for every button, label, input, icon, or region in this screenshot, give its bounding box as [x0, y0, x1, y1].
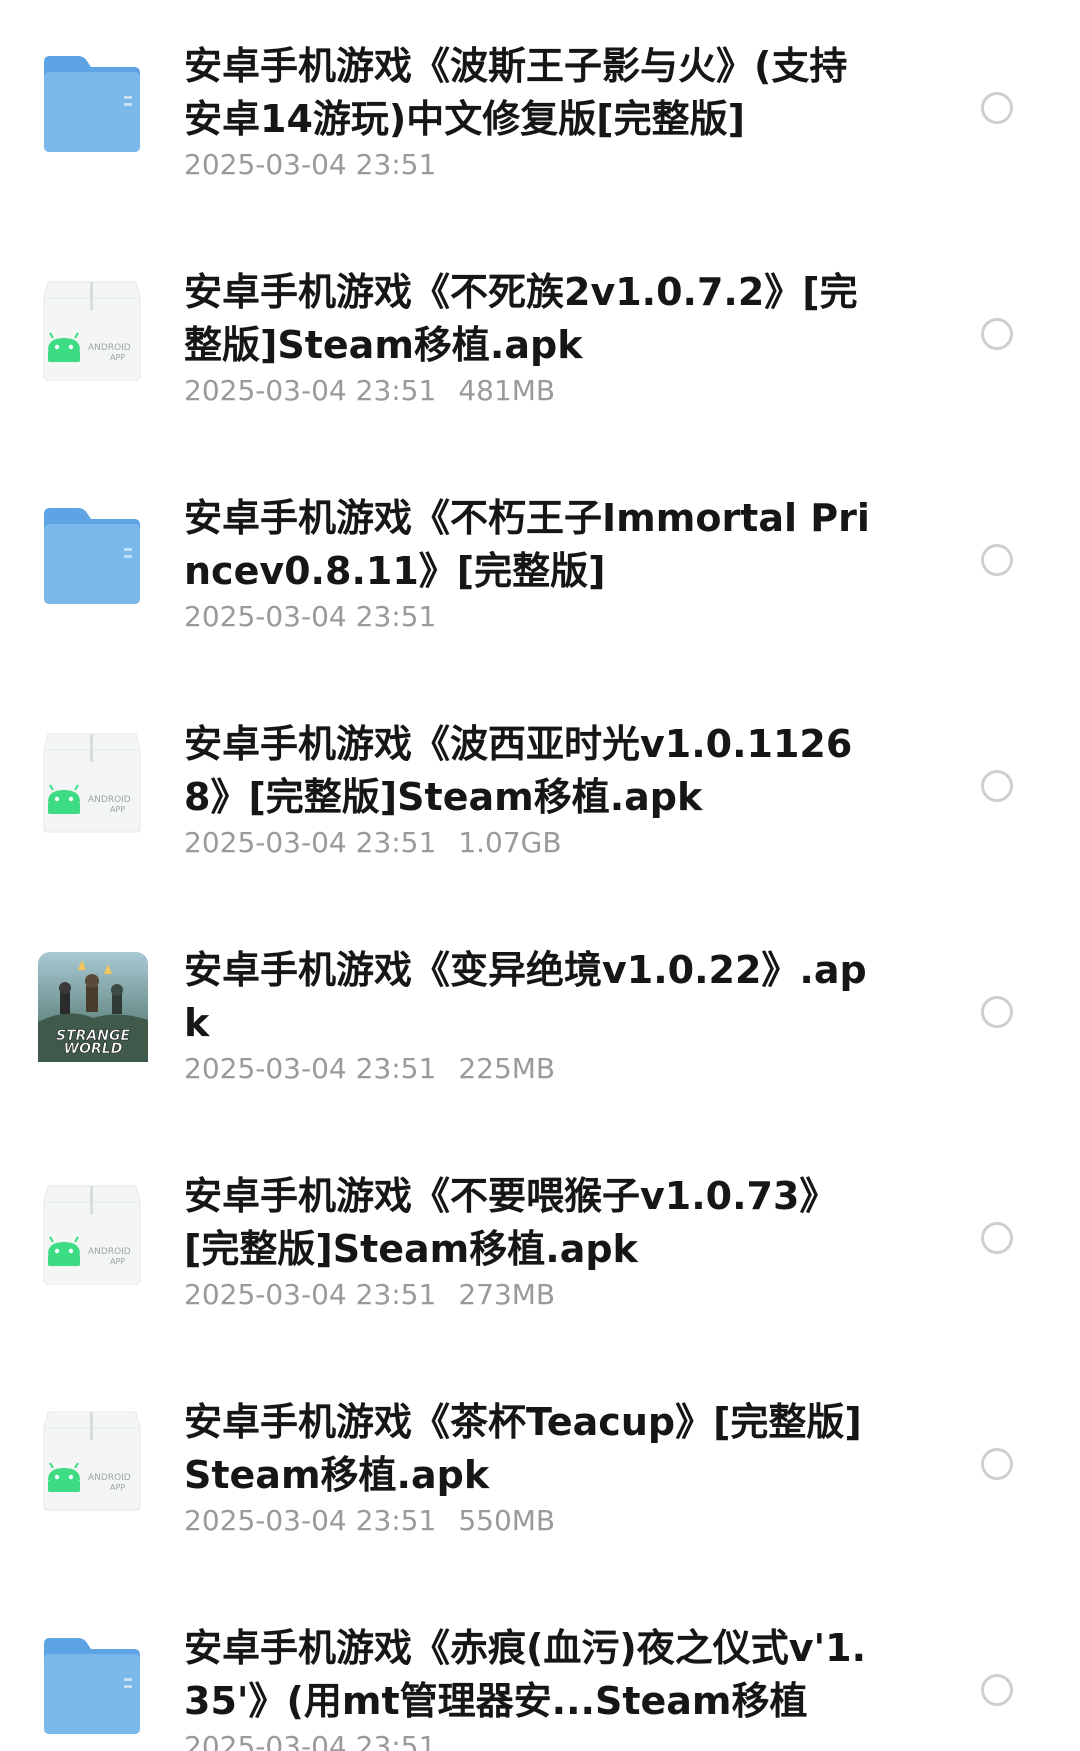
file-name: 安卓手机游戏《赤痕(血污)夜之仪式v'1.35'》(用mt管理器安...Stea…: [184, 1626, 867, 1723]
file-row[interactable]: 安卓手机游戏《波斯王子影与火》(支持安卓14游玩)中文修复版[完整版] 2025-…: [0, 0, 1080, 226]
select-radio[interactable]: [981, 770, 1013, 802]
file-date: 2025-03-04 23:51: [184, 1278, 437, 1311]
file-size: 273MB: [458, 1278, 556, 1311]
file-name: 安卓手机游戏《波西亚时光v1.0.11268》[完整版]Steam移植.apk: [184, 722, 853, 819]
file-meta: 2025-03-04 23:51 1.07GB: [184, 826, 884, 860]
svg-text:ANDROID: ANDROID: [88, 1473, 131, 1483]
file-meta: 2025-03-04 23:51: [184, 600, 884, 634]
apk-icon: ANDROID APP: [40, 728, 144, 838]
apk-icon: ANDROID APP: [40, 1180, 144, 1290]
file-size: 550MB: [458, 1504, 556, 1537]
file-row[interactable]: ANDROID APP 安卓手机游戏《茶杯Teacup》[完整版]Steam移植.a…: [0, 1356, 1080, 1582]
file-list: 安卓手机游戏《波斯王子影与火》(支持安卓14游玩)中文修复版[完整版] 2025-…: [0, 0, 1080, 1751]
folder-icon: [40, 502, 144, 612]
file-name: 安卓手机游戏《变异绝境v1.0.22》.apk: [184, 948, 867, 1045]
file-info: 安卓手机游戏《不要喂猴子v1.0.73》[完整版]Steam移植.apk 2025…: [184, 1170, 884, 1312]
svg-text:ANDROID: ANDROID: [88, 795, 131, 805]
file-row[interactable]: ANDROID APP 安卓手机游戏《波西亚时光v1.0.11268》[完整版]St…: [0, 678, 1080, 904]
file-meta: 2025-03-04 23:51 225MB: [184, 1052, 884, 1086]
file-name: 安卓手机游戏《波斯王子影与火》(支持安卓14游玩)中文修复版[完整版]: [184, 44, 848, 141]
file-size: 225MB: [458, 1052, 556, 1085]
file-date: 2025-03-04 23:51: [184, 1730, 437, 1751]
file-info: 安卓手机游戏《赤痕(血污)夜之仪式v'1.35'》(用mt管理器安...Stea…: [184, 1622, 884, 1751]
file-info: 安卓手机游戏《不死族2v1.0.7.2》[完整版]Steam移植.apk 2025…: [184, 266, 884, 408]
file-info: 安卓手机游戏《茶杯Teacup》[完整版]Steam移植.apk 2025-03-…: [184, 1396, 884, 1538]
file-date: 2025-03-04 23:51: [184, 148, 437, 181]
apk-icon: ANDROID APP: [40, 1406, 144, 1516]
select-radio[interactable]: [981, 1448, 1013, 1480]
file-name: 安卓手机游戏《不朽王子Immortal Princev0.8.11》[完整版]: [184, 496, 870, 593]
file-info: 安卓手机游戏《波西亚时光v1.0.11268》[完整版]Steam移植.apk 2…: [184, 718, 884, 860]
file-row[interactable]: STRANGE WORLD 安卓手机游戏《变异绝境v1.0.22》.apk 2025-…: [0, 904, 1080, 1130]
folder-icon: [40, 1632, 144, 1742]
file-meta: 2025-03-04 23:51: [184, 1730, 884, 1751]
file-meta: 2025-03-04 23:51 481MB: [184, 374, 884, 408]
file-row[interactable]: ANDROID APP 安卓手机游戏《不要喂猴子v1.0.73》[完整版]Steam…: [0, 1130, 1080, 1356]
file-name: 安卓手机游戏《茶杯Teacup》[完整版]Steam移植.apk: [184, 1400, 862, 1497]
svg-text:ANDROID: ANDROID: [88, 1247, 131, 1257]
file-row[interactable]: ANDROID APP 安卓手机游戏《不死族2v1.0.7.2》[完整版]Steam…: [0, 226, 1080, 452]
svg-text:APP: APP: [110, 1483, 125, 1492]
select-radio[interactable]: [981, 996, 1013, 1028]
svg-text:APP: APP: [110, 353, 125, 362]
file-date: 2025-03-04 23:51: [184, 600, 437, 633]
file-info: 安卓手机游戏《变异绝境v1.0.22》.apk 2025-03-04 23:51 2…: [184, 944, 884, 1086]
select-radio[interactable]: [981, 1222, 1013, 1254]
file-date: 2025-03-04 23:51: [184, 1504, 437, 1537]
game-thumbnail-icon: STRANGE WORLD: [38, 952, 148, 1062]
file-date: 2025-03-04 23:51: [184, 1052, 437, 1085]
svg-text:APP: APP: [110, 805, 125, 814]
file-name: 安卓手机游戏《不死族2v1.0.7.2》[完整版]Steam移植.apk: [184, 270, 858, 367]
select-radio[interactable]: [981, 318, 1013, 350]
select-radio[interactable]: [981, 1674, 1013, 1706]
svg-text:WORLD: WORLD: [64, 1041, 123, 1057]
file-date: 2025-03-04 23:51: [184, 374, 437, 407]
file-size: 1.07GB: [458, 826, 562, 859]
file-meta: 2025-03-04 23:51 550MB: [184, 1504, 884, 1538]
folder-icon: [40, 50, 144, 160]
file-name: 安卓手机游戏《不要喂猴子v1.0.73》[完整版]Steam移植.apk: [184, 1174, 838, 1271]
file-info: 安卓手机游戏《波斯王子影与火》(支持安卓14游玩)中文修复版[完整版] 2025-…: [184, 40, 884, 182]
svg-text:APP: APP: [110, 1257, 125, 1266]
file-meta: 2025-03-04 23:51: [184, 148, 884, 182]
file-size: 481MB: [458, 374, 556, 407]
svg-text:ANDROID: ANDROID: [88, 343, 131, 353]
select-radio[interactable]: [981, 92, 1013, 124]
file-row[interactable]: 安卓手机游戏《不朽王子Immortal Princev0.8.11》[完整版] 2…: [0, 452, 1080, 678]
file-info: 安卓手机游戏《不朽王子Immortal Princev0.8.11》[完整版] 2…: [184, 492, 884, 634]
select-radio[interactable]: [981, 544, 1013, 576]
apk-icon: ANDROID APP: [40, 276, 144, 386]
file-row[interactable]: 安卓手机游戏《赤痕(血污)夜之仪式v'1.35'》(用mt管理器安...Stea…: [0, 1582, 1080, 1751]
file-date: 2025-03-04 23:51: [184, 826, 437, 859]
file-meta: 2025-03-04 23:51 273MB: [184, 1278, 884, 1312]
